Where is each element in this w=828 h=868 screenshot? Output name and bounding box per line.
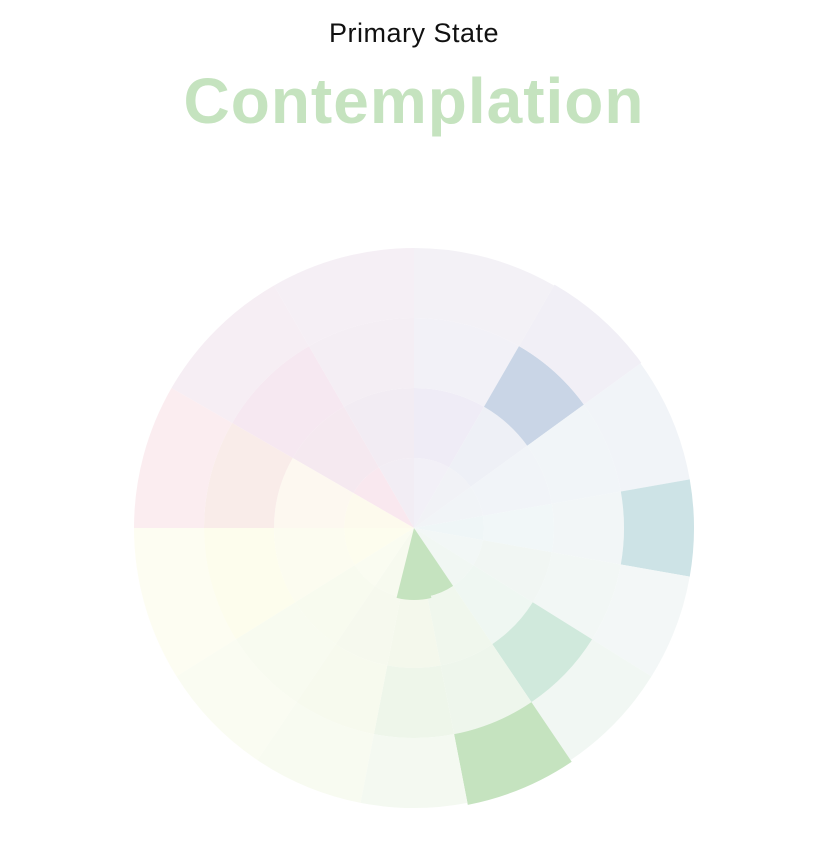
wheel-segment-teal-ring-4[interactable] [620, 479, 694, 577]
emotion-wheel[interactable] [0, 0, 828, 868]
wheel-segment-green-yellow-ring-4[interactable] [360, 734, 468, 808]
wheel-segment-teal-ring-3[interactable] [551, 491, 624, 565]
emotion-wheel-screen: Primary State Contemplation [0, 0, 828, 868]
wheel-segment-green-yellow-ring-3[interactable] [373, 665, 455, 738]
